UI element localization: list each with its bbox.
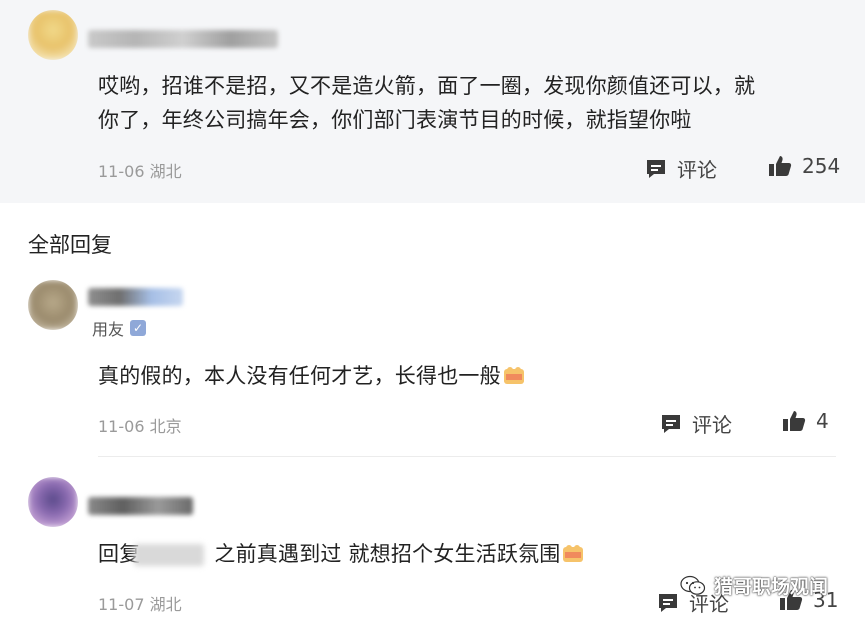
verified-icon: ✓ (130, 320, 147, 336)
company-label: 用友 (92, 320, 125, 339)
like-button[interactable]: 254 (768, 154, 840, 178)
like-count: 254 (802, 154, 841, 178)
comment-icon (647, 159, 665, 178)
user-tag: 用友 ✓ (92, 316, 147, 340)
comment-label: 评论 (677, 158, 717, 182)
comment-icon (659, 593, 677, 612)
reply-text: 真的假的，本人没有任何才艺，长得也一般 (98, 359, 525, 393)
username-blurred[interactable] (88, 497, 193, 515)
divider (98, 456, 836, 457)
avatar[interactable] (28, 10, 78, 60)
top-comment: 哎哟，招谁不是招，又不是造火箭，面了一圈，发现你颜值还可以，就 你了，年终公司搞… (0, 0, 865, 203)
emoji-icon (503, 367, 524, 384)
comment-label: 评论 (692, 413, 732, 437)
reply-date-location: 11-07 湖北 (98, 595, 182, 614)
wechat-icon (680, 575, 706, 595)
avatar[interactable] (28, 477, 78, 527)
thumbs-up-icon (783, 411, 806, 431)
emoji-icon (563, 545, 584, 562)
like-button[interactable]: 4 (782, 409, 829, 433)
avatar[interactable] (28, 280, 78, 330)
comment-icon (662, 414, 680, 433)
comment-button[interactable]: 评论 (645, 154, 717, 183)
reply-date-location: 11-06 北京 (98, 417, 182, 436)
comment-button[interactable]: 评论 (660, 409, 732, 438)
thumbs-up-icon (769, 156, 792, 176)
mentioned-user-blurred[interactable] (134, 544, 205, 566)
watermark-text: 猎哥职场观闻 (714, 576, 829, 598)
comment-text: 哎哟，招谁不是招，又不是造火箭，面了一圈，发现你颜值还可以，就 你了，年终公司搞… (98, 74, 756, 132)
watermark: 猎哥职场观闻 (680, 572, 828, 599)
comment-date-location: 11-06 湖北 (98, 162, 182, 181)
like-count: 4 (816, 409, 829, 433)
reply-text: 回复 之前真遇到过 就想招个女生活跃氛围 (98, 537, 584, 571)
username-blurred[interactable] (88, 288, 183, 306)
replies-header: 全部回复 (28, 233, 112, 257)
username-blurred[interactable] (88, 30, 278, 48)
